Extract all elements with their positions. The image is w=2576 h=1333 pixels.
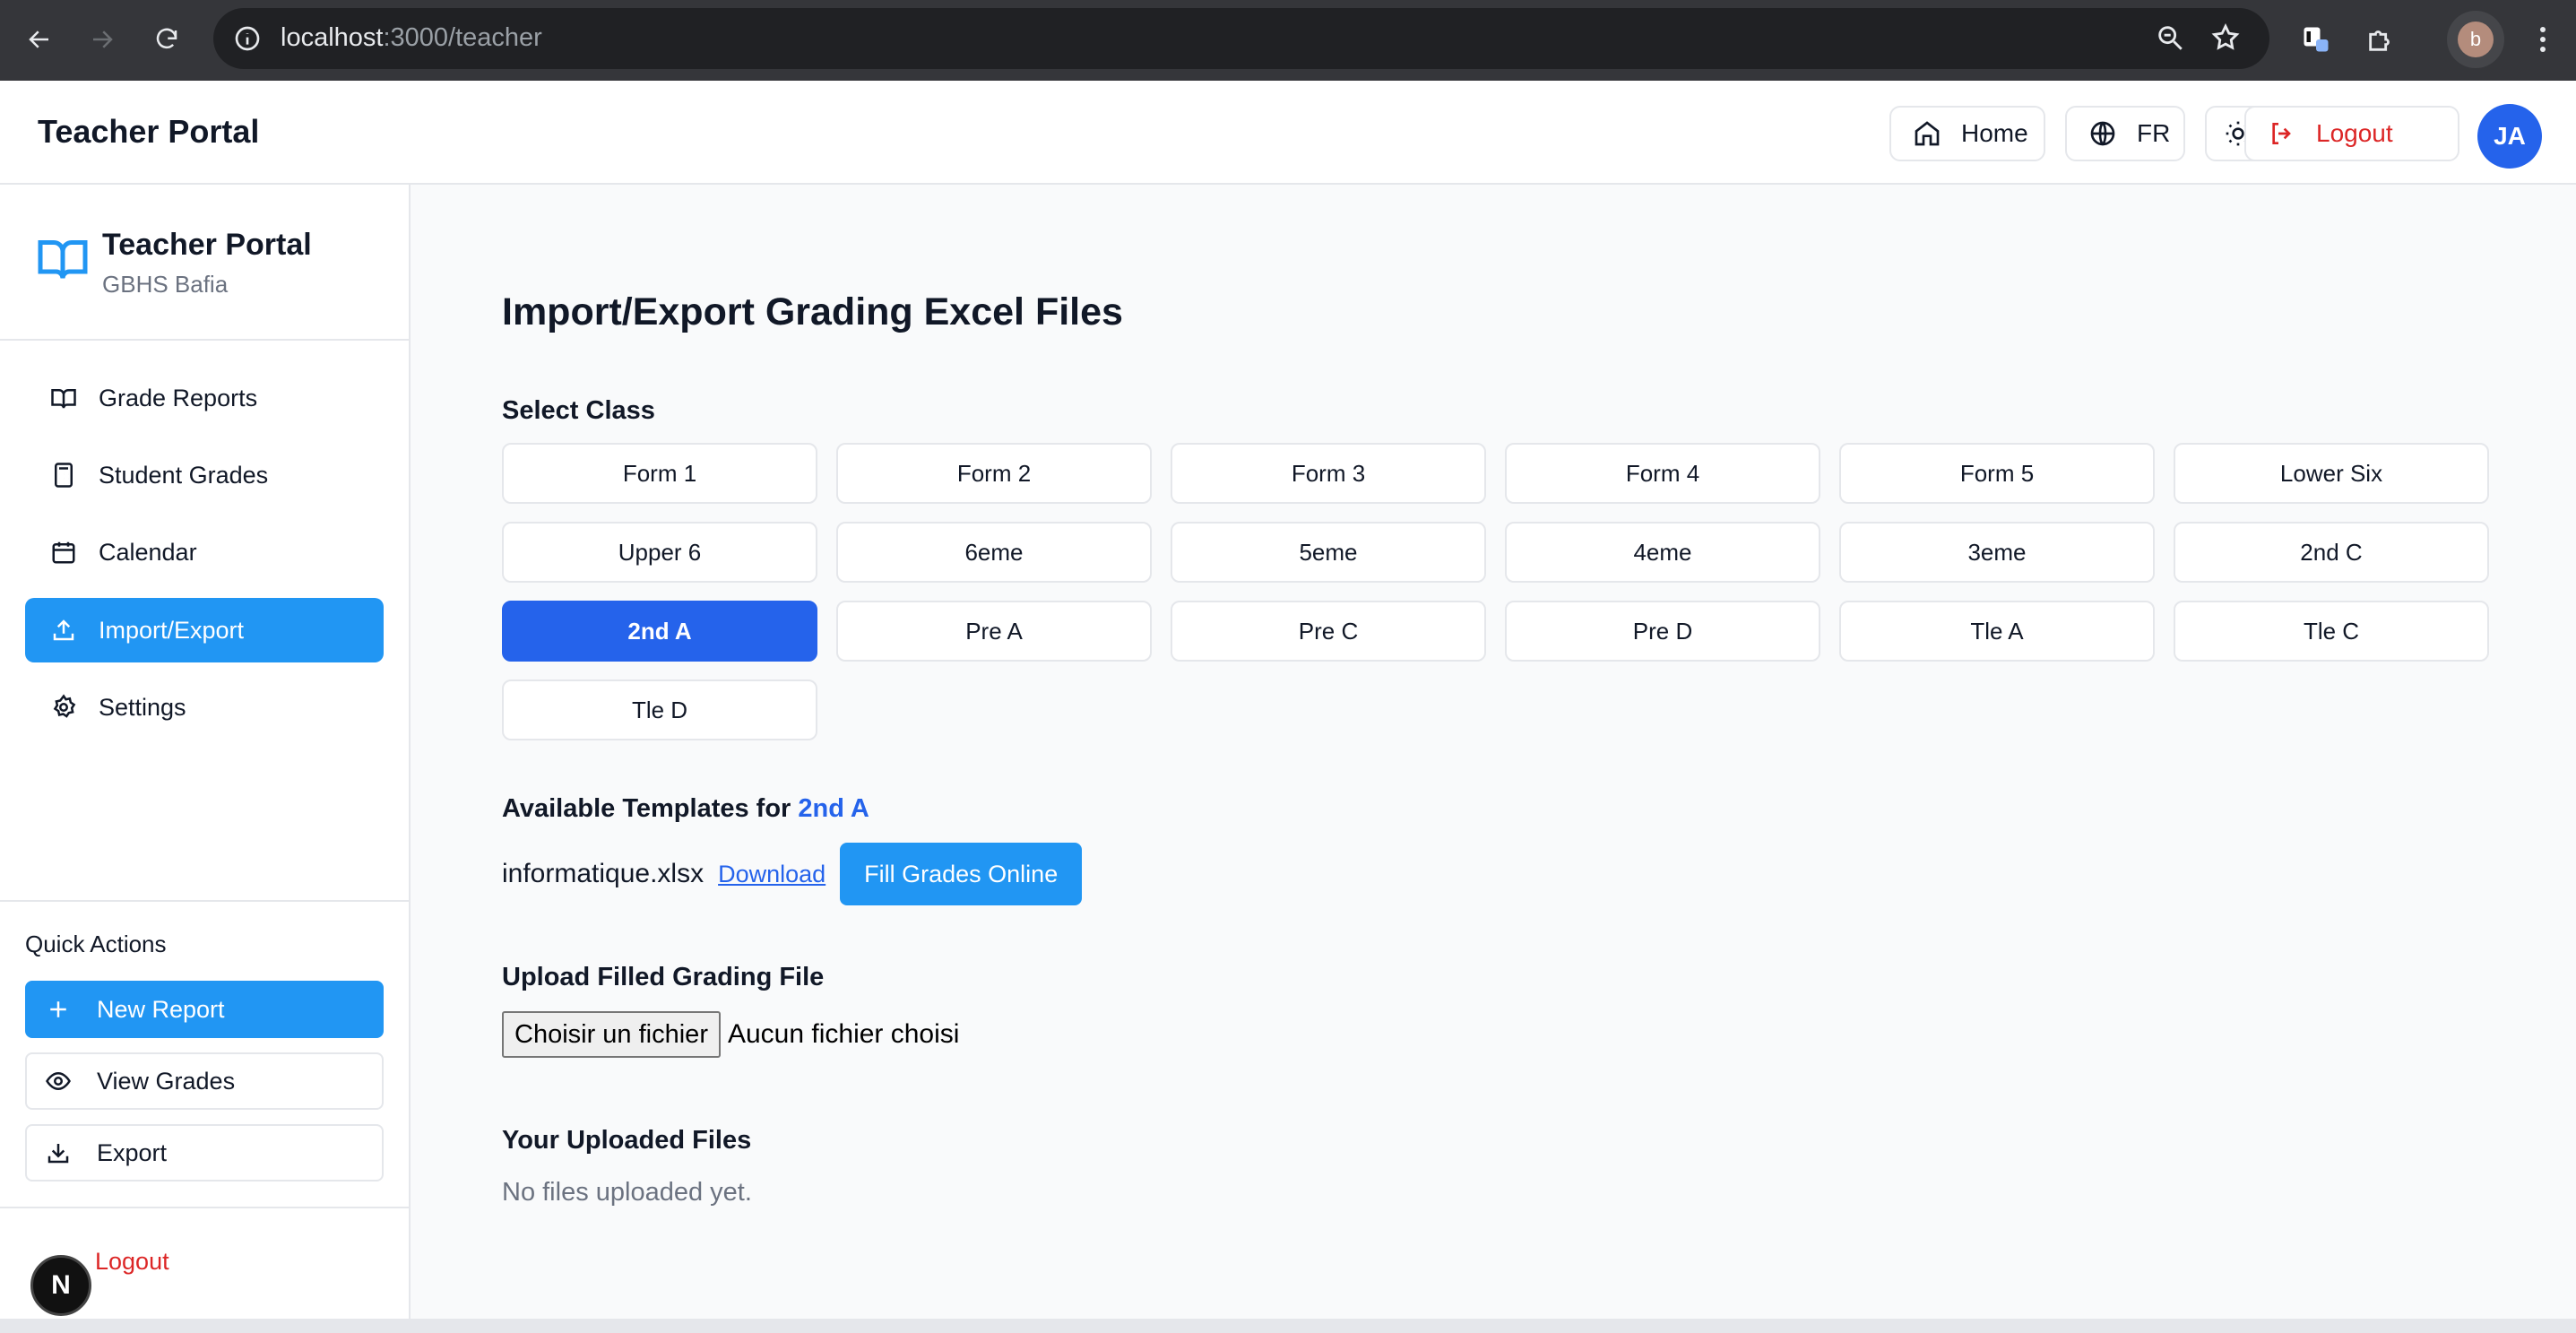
class-button-form-3[interactable]: Form 3 bbox=[1171, 443, 1486, 504]
template-file-name: informatique.xlsx bbox=[502, 859, 705, 888]
upload-icon bbox=[53, 619, 74, 641]
gear-icon bbox=[53, 694, 76, 718]
export-label: Export bbox=[97, 1138, 168, 1166]
url-text: localhost:3000/teacher bbox=[281, 23, 542, 52]
upload-heading: Upload Filled Grading File bbox=[502, 963, 825, 991]
sidebar-item-student-grades[interactable]: Student Grades bbox=[25, 443, 384, 507]
window-bottom-edge bbox=[0, 1319, 2576, 1333]
puzzle-icon[interactable] bbox=[2361, 20, 2400, 59]
sidebar-item-label: Calendar bbox=[99, 538, 197, 566]
class-button-pre-a[interactable]: Pre A bbox=[836, 601, 1152, 662]
class-button-lower-six[interactable]: Lower Six bbox=[2174, 443, 2489, 504]
no-files-text: No files uploaded yet. bbox=[502, 1178, 752, 1207]
select-class-label: Select Class bbox=[502, 396, 655, 425]
sidebar-item-label: Student Grades bbox=[99, 461, 269, 489]
new-report-label: New Report bbox=[97, 995, 225, 1023]
class-button-form-5[interactable]: Form 5 bbox=[1839, 443, 2155, 504]
class-button-form-4[interactable]: Form 4 bbox=[1505, 443, 1820, 504]
uploaded-files-heading: Your Uploaded Files bbox=[502, 1126, 752, 1155]
view-grades-button[interactable]: View Grades bbox=[25, 1052, 384, 1110]
app-header: Teacher Portal Home FR Logout JA bbox=[0, 81, 2576, 185]
school-name: GBHS Bafia bbox=[102, 271, 229, 298]
home-label: Home bbox=[1961, 119, 2028, 147]
class-button-4eme[interactable]: 4eme bbox=[1505, 522, 1820, 583]
forward-icon[interactable] bbox=[82, 20, 122, 59]
app-title: Teacher Portal bbox=[38, 113, 260, 150]
globe-icon bbox=[2090, 121, 2115, 146]
export-button[interactable]: Export bbox=[25, 1124, 384, 1182]
dev-tools-badge[interactable]: N bbox=[30, 1255, 91, 1316]
browser-menu-icon[interactable] bbox=[2529, 20, 2556, 59]
sidebar-item-settings[interactable]: Settings bbox=[25, 675, 384, 740]
templates-class: 2nd A bbox=[798, 794, 869, 823]
new-report-button[interactable]: New Report bbox=[25, 981, 384, 1038]
view-grades-label: View Grades bbox=[97, 1067, 236, 1095]
quick-actions-title: Quick Actions bbox=[25, 931, 167, 957]
sidebar-item-grade-reports[interactable]: Grade Reports bbox=[25, 366, 384, 430]
address-bar[interactable]: localhost:3000/teacher bbox=[213, 8, 2269, 69]
calendar-icon bbox=[52, 541, 75, 564]
download-link[interactable]: Download bbox=[718, 861, 826, 888]
header-logout-button[interactable]: Logout bbox=[2244, 106, 2459, 161]
class-button-upper-6[interactable]: Upper 6 bbox=[502, 522, 817, 583]
header-logout-label: Logout bbox=[2316, 119, 2393, 147]
sidebar-item-import-export[interactable]: Import/Export bbox=[25, 598, 384, 662]
logout-icon bbox=[2272, 123, 2291, 144]
home-button[interactable]: Home bbox=[1889, 106, 2045, 161]
templates-heading: Available Templates for 2nd A bbox=[502, 794, 869, 824]
zoom-icon[interactable] bbox=[2155, 22, 2187, 55]
main-content: Import/Export Grading Excel Files Select… bbox=[411, 185, 2576, 1319]
home-icon bbox=[1915, 121, 1940, 146]
back-icon[interactable] bbox=[20, 20, 59, 59]
class-button-2nd-c[interactable]: 2nd C bbox=[2174, 522, 2489, 583]
class-button-pre-d[interactable]: Pre D bbox=[1505, 601, 1820, 662]
fill-grades-online-button[interactable]: Fill Grades Online bbox=[840, 843, 1083, 905]
divider bbox=[0, 900, 409, 902]
user-avatar[interactable]: JA bbox=[2477, 104, 2542, 169]
sidebar-logout-link[interactable]: Logout bbox=[95, 1248, 169, 1276]
page-title: Import/Export Grading Excel Files bbox=[502, 290, 1123, 333]
sidebar-item-label: Grade Reports bbox=[99, 384, 258, 411]
choose-file-button[interactable]: Choisir un fichier bbox=[502, 1011, 721, 1058]
sidebar-item-label: Import/Export bbox=[99, 616, 245, 644]
sidebar-brand-name: Teacher Portal bbox=[102, 228, 312, 262]
language-label: FR bbox=[2137, 119, 2171, 147]
sidebar-brand: Teacher Portal GBHS Bafia bbox=[0, 185, 409, 341]
class-button-2nd-a[interactable]: 2nd A bbox=[502, 601, 817, 662]
book-open-icon bbox=[38, 240, 88, 279]
plus-icon bbox=[50, 1001, 66, 1017]
extension-icon[interactable] bbox=[2296, 20, 2336, 59]
calculator-icon bbox=[55, 463, 73, 488]
download-icon bbox=[48, 1144, 69, 1164]
file-status-text: Aucun fichier choisi bbox=[727, 1019, 960, 1049]
class-button-6eme[interactable]: 6eme bbox=[836, 522, 1152, 583]
eye-icon bbox=[46, 1071, 71, 1091]
class-button-tle-a[interactable]: Tle A bbox=[1839, 601, 2155, 662]
language-button[interactable]: FR bbox=[2065, 106, 2185, 161]
bookmark-star-icon[interactable] bbox=[2210, 22, 2243, 55]
sidebar: Teacher Portal GBHS Bafia Grade Reports … bbox=[0, 185, 411, 1319]
file-input: Choisir un fichier Aucun fichier choisi bbox=[502, 1011, 959, 1058]
reload-icon[interactable] bbox=[147, 20, 186, 59]
book-open-icon bbox=[51, 389, 76, 409]
class-button-tle-c[interactable]: Tle C bbox=[2174, 601, 2489, 662]
class-button-pre-c[interactable]: Pre C bbox=[1171, 601, 1486, 662]
template-row: informatique.xlsx Download Fill Grades O… bbox=[502, 843, 1083, 905]
sidebar-item-calendar[interactable]: Calendar bbox=[25, 520, 384, 584]
sidebar-item-label: Settings bbox=[99, 693, 186, 721]
class-button-form-1[interactable]: Form 1 bbox=[502, 443, 817, 504]
browser-chrome: localhost:3000/teacher b bbox=[0, 0, 2576, 81]
profile-avatar[interactable]: b bbox=[2458, 22, 2494, 57]
site-info-icon[interactable] bbox=[233, 24, 262, 53]
class-button-tle-d[interactable]: Tle D bbox=[502, 679, 817, 740]
templates-label: Available Templates for bbox=[502, 794, 791, 823]
class-button-form-2[interactable]: Form 2 bbox=[836, 443, 1152, 504]
class-button-3eme[interactable]: 3eme bbox=[1839, 522, 2155, 583]
class-button-5eme[interactable]: 5eme bbox=[1171, 522, 1486, 583]
divider bbox=[0, 1207, 409, 1208]
